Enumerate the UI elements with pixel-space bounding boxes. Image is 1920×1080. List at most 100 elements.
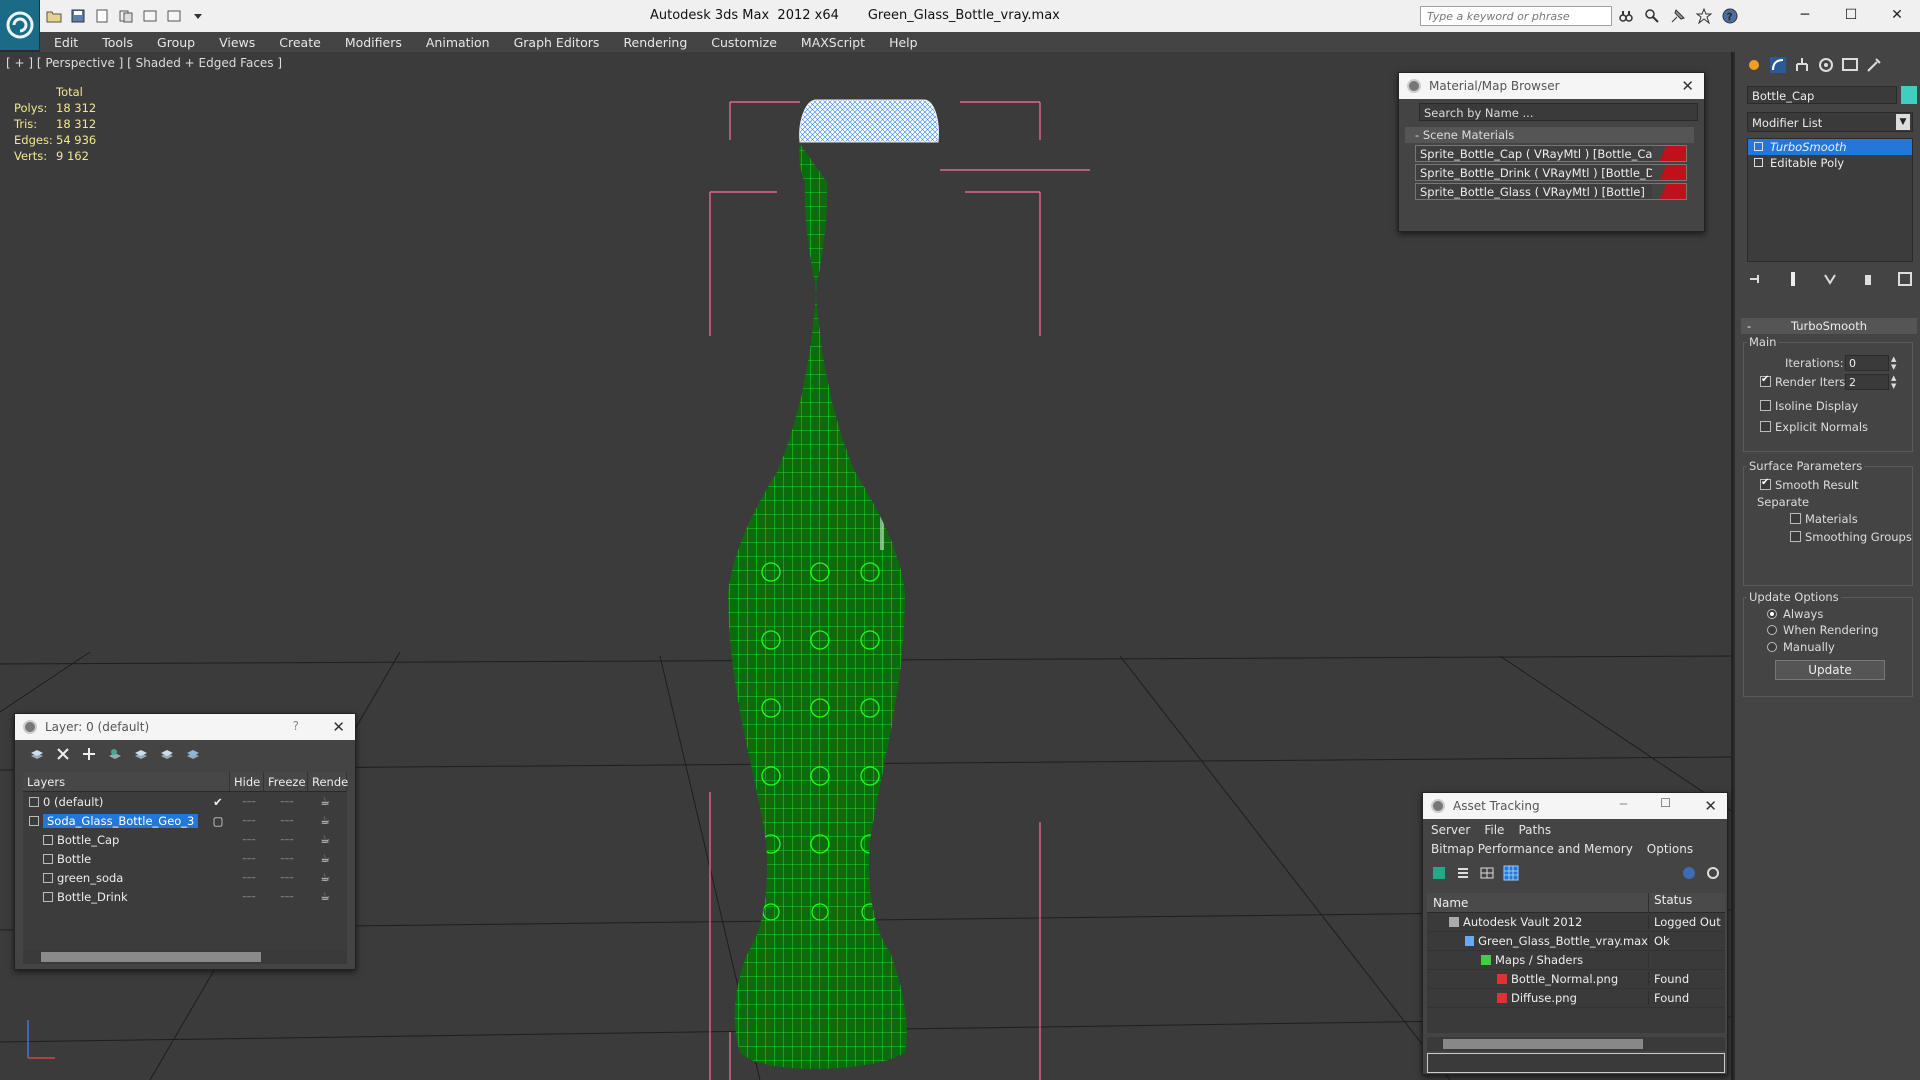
freeze-toggle[interactable]: –––: [268, 854, 306, 864]
close-icon[interactable]: ✕: [1681, 77, 1694, 95]
minimize-icon[interactable]: ─: [1782, 0, 1828, 30]
highlight-layer-icon[interactable]: [133, 746, 149, 762]
menu-group[interactable]: Group: [157, 35, 195, 50]
stack-item-editable-poly[interactable]: Editable Poly: [1748, 155, 1912, 171]
spinner-arrows-icon[interactable]: ▲ ▼: [1891, 355, 1899, 371]
help-icon[interactable]: [1681, 865, 1697, 881]
material-search-input[interactable]: Search by Name ...: [1419, 103, 1698, 121]
render-iters-checkbox[interactable]: [1760, 374, 1771, 387]
render-teapot-icon[interactable]: ☕: [306, 852, 344, 865]
hide-toggle[interactable]: –––: [230, 816, 268, 826]
viewport-label[interactable]: [ + ] [ Perspective ] [ Shaded + Edged F…: [6, 56, 282, 70]
help-icon[interactable]: ?: [1720, 6, 1740, 26]
select-objects-icon[interactable]: [107, 746, 123, 762]
menu-animation[interactable]: Animation: [426, 35, 490, 50]
menu-options[interactable]: Options: [1647, 842, 1693, 857]
material-item[interactable]: Sprite_Bottle_Cap ( VRayMtl ) [Bottle_Ca…: [1415, 145, 1687, 162]
object-color-swatch[interactable]: [1901, 86, 1917, 104]
menu-bitmap-performance[interactable]: Bitmap Performance and Memory: [1431, 842, 1633, 857]
update-when-rendering-radio[interactable]: [1767, 625, 1777, 635]
menu-rendering[interactable]: Rendering: [623, 35, 687, 50]
menu-help[interactable]: Help: [889, 35, 918, 50]
favorites-star-icon[interactable]: [1694, 6, 1714, 26]
col-freeze[interactable]: Freeze: [264, 772, 308, 791]
save-file-icon[interactable]: [68, 6, 88, 26]
menu-tools[interactable]: Tools: [102, 35, 133, 50]
layer-row[interactable]: Bottle ––– ––– ☕: [23, 849, 347, 868]
horizontal-scrollbar[interactable]: [23, 950, 347, 964]
communication-center-icon[interactable]: [1668, 6, 1688, 26]
freeze-toggle[interactable]: –––: [268, 873, 306, 883]
freeze-toggle[interactable]: –––: [268, 797, 306, 807]
explicit-normals-checkbox[interactable]: [1760, 421, 1771, 432]
settings-icon[interactable]: [1705, 865, 1721, 881]
separate-smoothing-groups-checkbox[interactable]: [1790, 531, 1801, 542]
material-browser-titlebar[interactable]: Material/Map Browser ✕: [1399, 73, 1704, 99]
lightbulb-icon[interactable]: [1754, 142, 1763, 151]
iterations-spinner[interactable]: 0: [1845, 355, 1889, 371]
layer-row[interactable]: Bottle_Cap ––– ––– ☕: [23, 830, 347, 849]
freeze-toggle[interactable]: –––: [268, 816, 306, 826]
render-teapot-icon[interactable]: ☕: [306, 814, 344, 827]
list-view-icon[interactable]: [1455, 865, 1471, 881]
toolbar-dropdown-icon[interactable]: [188, 6, 208, 26]
col-hide[interactable]: Hide: [230, 772, 264, 791]
asset-tracking-titlebar[interactable]: Asset Tracking ─ ☐ ✕: [1423, 793, 1727, 819]
update-button[interactable]: Update: [1775, 660, 1885, 680]
menu-create[interactable]: Create: [279, 35, 321, 50]
menu-paths[interactable]: Paths: [1518, 823, 1551, 838]
asset-row[interactable]: Autodesk Vault 2012 Logged Out: [1427, 913, 1725, 932]
freeze-toggle[interactable]: –––: [268, 835, 306, 845]
menu-edit[interactable]: Edit: [54, 35, 78, 50]
configure-sets-icon[interactable]: [1897, 271, 1913, 287]
update-always-radio[interactable]: [1767, 609, 1777, 619]
create-layer-icon[interactable]: [29, 746, 45, 762]
asset-row[interactable]: Green_Glass_Bottle_vray.max Ok: [1427, 932, 1725, 951]
hierarchy-tab-icon[interactable]: [1793, 56, 1811, 74]
menu-file[interactable]: File: [1484, 823, 1504, 838]
hold-icon[interactable]: [116, 6, 136, 26]
render-teapot-icon[interactable]: ☕: [306, 833, 344, 846]
thumbnail-view-icon[interactable]: [1479, 865, 1495, 881]
menu-graph-editors[interactable]: Graph Editors: [514, 35, 600, 50]
freeze-toggle[interactable]: –––: [268, 892, 306, 902]
scene-materials-header[interactable]: - Scene Materials: [1405, 127, 1694, 143]
layer-row[interactable]: Soda_Glass_Bottle_Geo_3 ▢ ––– ––– ☕: [23, 811, 347, 830]
asset-row[interactable]: Maps / Shaders: [1427, 951, 1725, 970]
utilities-tab-icon[interactable]: [1865, 56, 1883, 74]
close-icon[interactable]: ✕: [1704, 797, 1717, 815]
make-unique-icon[interactable]: [1822, 271, 1838, 287]
binoculars-icon[interactable]: [1616, 6, 1636, 26]
create-tab-icon[interactable]: [1745, 56, 1763, 74]
redo-icon[interactable]: [164, 6, 184, 26]
modify-tab-icon[interactable]: [1769, 56, 1787, 74]
new-scene-icon[interactable]: [92, 6, 112, 26]
remove-modifier-icon[interactable]: [1860, 271, 1876, 287]
isoline-display-checkbox[interactable]: [1760, 400, 1771, 411]
help-search-input[interactable]: Type a keyword or phrase: [1420, 6, 1612, 26]
menu-views[interactable]: Views: [219, 35, 255, 50]
menu-customize[interactable]: Customize: [711, 35, 777, 50]
material-item[interactable]: Sprite_Bottle_Drink ( VRayMtl ) [Bottle_…: [1415, 164, 1687, 181]
subscription-icon[interactable]: [1642, 6, 1662, 26]
close-icon[interactable]: ✕: [1874, 0, 1920, 30]
current-layer-mark[interactable]: ✔: [206, 795, 230, 809]
horizontal-scrollbar[interactable]: [1427, 1037, 1725, 1051]
minimize-icon[interactable]: ─: [1620, 797, 1627, 811]
help-button[interactable]: ?: [293, 719, 299, 733]
hide-toggle[interactable]: –––: [230, 835, 268, 845]
expand-icon[interactable]: [1754, 158, 1763, 167]
hide-toggle[interactable]: –––: [230, 873, 268, 883]
maximize-icon[interactable]: ☐: [1828, 0, 1874, 30]
render-teapot-icon[interactable]: ☕: [306, 890, 344, 903]
update-manually-radio[interactable]: [1767, 642, 1777, 652]
current-layer-mark[interactable]: ▢: [206, 814, 230, 828]
layer-row[interactable]: Bottle_Drink ––– ––– ☕: [23, 887, 347, 906]
turbosmooth-rollout-header[interactable]: - TurboSmooth: [1741, 318, 1917, 334]
object-name-field[interactable]: Bottle_Cap: [1747, 86, 1897, 104]
table-view-icon[interactable]: [1503, 865, 1519, 881]
scrollbar-thumb[interactable]: [1443, 1039, 1643, 1049]
asset-path-field[interactable]: [1427, 1053, 1725, 1073]
app-menu-button[interactable]: [0, 0, 40, 50]
hide-toggle[interactable]: –––: [230, 797, 268, 807]
